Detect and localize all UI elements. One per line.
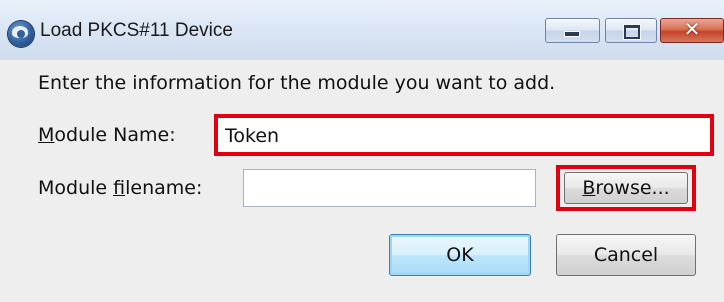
module-name-label-text: odule Name:: [54, 124, 176, 146]
cancel-button[interactable]: Cancel: [556, 234, 696, 276]
ok-button[interactable]: OK: [389, 234, 531, 276]
close-icon: ✕: [683, 17, 701, 41]
title-bar[interactable]: Load PKCS#11 Device ✕: [0, 0, 724, 60]
load-pkcs11-device-dialog: Load PKCS#11 Device ✕ Enter the informat…: [0, 0, 724, 302]
browse-button[interactable]: Browse...: [564, 172, 688, 204]
module-filename-label-start: Module: [38, 177, 114, 199]
minimize-icon: [565, 32, 579, 36]
module-name-accesskey: M: [38, 124, 55, 146]
app-icon: [8, 21, 34, 47]
browse-label: rowse...: [595, 177, 670, 199]
maximize-button[interactable]: [605, 18, 657, 43]
module-name-label: Module Name:: [38, 124, 176, 146]
minimize-button[interactable]: [545, 18, 600, 43]
module-name-input[interactable]: Token: [214, 114, 714, 156]
instruction-text: Enter the information for the module you…: [38, 72, 556, 94]
module-filename-label-end: ilename:: [125, 177, 203, 199]
close-button[interactable]: ✕: [660, 17, 724, 43]
module-filename-input[interactable]: [243, 169, 536, 207]
maximize-icon: [624, 25, 640, 39]
module-name-value: Token: [225, 125, 280, 147]
module-filename-label: Module filename:: [38, 177, 202, 199]
module-filename-accesskey: f: [113, 177, 126, 199]
window-title: Load PKCS#11 Device: [40, 20, 233, 41]
browse-accesskey: B: [582, 177, 596, 199]
